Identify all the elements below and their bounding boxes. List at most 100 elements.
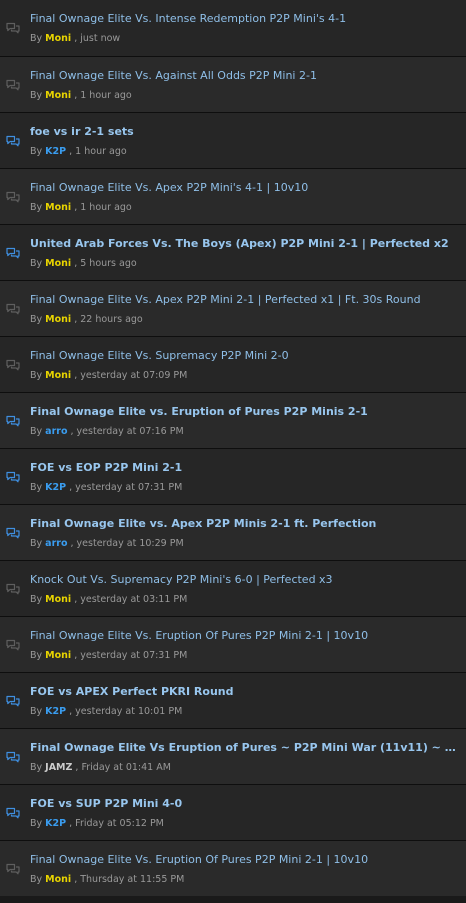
thread-timestamp: 22 hours ago	[80, 314, 143, 325]
thread-author-link[interactable]: Moni	[45, 594, 71, 605]
thread-meta: By K2P , 1 hour ago	[30, 146, 127, 157]
thread-timestamp: 1 hour ago	[80, 90, 132, 101]
thread-row: Final Ownage Elite Vs. Eruption Of Pures…	[0, 616, 466, 672]
thread-row: Final Ownage Elite Vs. Against All Odds …	[0, 56, 466, 112]
thread-row: Final Ownage Elite Vs. Apex P2P Mini 2-1…	[0, 280, 466, 336]
thread-author-link[interactable]: K2P	[45, 146, 66, 157]
thread-timestamp: Friday at 05:12 PM	[75, 818, 164, 829]
thread-title-link[interactable]: Final Ownage Elite Vs. Intense Redemptio…	[30, 12, 460, 26]
thread-title-link[interactable]: Final Ownage Elite vs. Apex P2P Minis 2-…	[30, 517, 460, 531]
thread-title-link[interactable]: FOE vs SUP P2P Mini 4-0	[30, 797, 460, 811]
thread-row: FOE vs SUP P2P Mini 4-0 By K2P , Friday …	[0, 784, 466, 840]
thread-meta: By K2P , Friday at 05:12 PM	[30, 818, 164, 829]
by-label: By	[30, 482, 43, 493]
thread-meta: By arro , yesterday at 10:29 PM	[30, 538, 184, 549]
by-label: By	[30, 818, 43, 829]
thread-author-link[interactable]: Moni	[45, 90, 71, 101]
thread-author-link[interactable]: arro	[45, 538, 67, 549]
chat-bubbles-icon	[6, 639, 20, 651]
chat-bubbles-icon	[6, 359, 20, 371]
thread-row: Final Ownage Elite Vs Eruption of Pures …	[0, 728, 466, 784]
chat-bubbles-icon	[6, 695, 20, 707]
thread-title-link[interactable]: United Arab Forces Vs. The Boys (Apex) P…	[30, 237, 460, 251]
thread-title-link[interactable]: Final Ownage Elite Vs. Supremacy P2P Min…	[30, 349, 460, 363]
thread-author-link[interactable]: Moni	[45, 258, 71, 269]
chat-bubbles-icon	[6, 303, 20, 315]
thread-timestamp: 1 hour ago	[80, 202, 132, 213]
thread-row: FOE vs EOP P2P Mini 2-1 By K2P , yesterd…	[0, 448, 466, 504]
chat-bubbles-icon	[6, 751, 20, 763]
thread-meta: By arro , yesterday at 07:16 PM	[30, 426, 184, 437]
thread-meta: By Moni , just now	[30, 33, 121, 44]
thread-row: Final Ownage Elite Vs. Eruption Of Pures…	[0, 840, 466, 896]
thread-author-link[interactable]: Moni	[45, 33, 71, 44]
thread-author-link[interactable]: Moni	[45, 370, 71, 381]
thread-author-link[interactable]: K2P	[45, 482, 66, 493]
thread-author-link[interactable]: Moni	[45, 202, 71, 213]
thread-list: Final Ownage Elite Vs. Intense Redemptio…	[0, 0, 466, 896]
by-label: By	[30, 258, 43, 269]
thread-timestamp: Friday at 01:41 AM	[81, 762, 171, 773]
thread-row: Final Ownage Elite vs. Eruption of Pures…	[0, 392, 466, 448]
thread-meta: By JAMZ , Friday at 01:41 AM	[30, 762, 171, 773]
thread-author-link[interactable]: Moni	[45, 874, 71, 885]
thread-row: Final Ownage Elite Vs. Intense Redemptio…	[0, 0, 466, 56]
by-label: By	[30, 874, 43, 885]
thread-timestamp: yesterday at 07:16 PM	[76, 426, 184, 437]
chat-bubbles-icon	[6, 79, 20, 91]
thread-title-link[interactable]: FOE vs EOP P2P Mini 2-1	[30, 461, 460, 475]
thread-meta: By K2P , yesterday at 10:01 PM	[30, 706, 183, 717]
thread-timestamp: 1 hour ago	[75, 146, 127, 157]
thread-title-link[interactable]: Final Ownage Elite Vs. Apex P2P Mini 2-1…	[30, 293, 460, 307]
thread-timestamp: yesterday at 10:29 PM	[76, 538, 184, 549]
by-label: By	[30, 762, 43, 773]
by-label: By	[30, 146, 43, 157]
thread-title-link[interactable]: FOE vs APEX Perfect PKRI Round	[30, 685, 460, 699]
chat-bubbles-icon	[6, 583, 20, 595]
chat-bubbles-icon	[6, 247, 20, 259]
chat-bubbles-icon	[6, 135, 20, 147]
chat-bubbles-icon	[6, 191, 20, 203]
thread-timestamp: Thursday at 11:55 PM	[80, 874, 185, 885]
thread-author-link[interactable]: K2P	[45, 706, 66, 717]
thread-meta: By Moni , yesterday at 07:09 PM	[30, 370, 188, 381]
thread-meta: By K2P , yesterday at 07:31 PM	[30, 482, 183, 493]
thread-author-link[interactable]: K2P	[45, 818, 66, 829]
thread-row: Final Ownage Elite Vs. Apex P2P Mini's 4…	[0, 168, 466, 224]
thread-title-link[interactable]: foe vs ir 2-1 sets	[30, 125, 460, 139]
thread-author-link[interactable]: JAMZ	[45, 762, 72, 773]
by-label: By	[30, 370, 43, 381]
thread-title-link[interactable]: Final Ownage Elite Vs Eruption of Pures …	[30, 741, 460, 755]
by-label: By	[30, 202, 43, 213]
thread-timestamp: just now	[80, 33, 121, 44]
thread-author-link[interactable]: Moni	[45, 650, 71, 661]
thread-meta: By Moni , Thursday at 11:55 PM	[30, 874, 185, 885]
thread-meta: By Moni , 5 hours ago	[30, 258, 137, 269]
thread-meta: By Moni , 22 hours ago	[30, 314, 143, 325]
thread-author-link[interactable]: arro	[45, 426, 67, 437]
thread-timestamp: yesterday at 07:31 PM	[75, 482, 183, 493]
thread-title-link[interactable]: Final Ownage Elite vs. Eruption of Pures…	[30, 405, 460, 419]
thread-row: United Arab Forces Vs. The Boys (Apex) P…	[0, 224, 466, 280]
chat-bubbles-icon	[6, 471, 20, 483]
thread-title-link[interactable]: Final Ownage Elite Vs. Eruption Of Pures…	[30, 629, 460, 643]
by-label: By	[30, 314, 43, 325]
thread-row: foe vs ir 2-1 sets By K2P , 1 hour ago	[0, 112, 466, 168]
thread-title-link[interactable]: Final Ownage Elite Vs. Against All Odds …	[30, 69, 460, 83]
thread-author-link[interactable]: Moni	[45, 314, 71, 325]
thread-row: Final Ownage Elite Vs. Supremacy P2P Min…	[0, 336, 466, 392]
thread-title-link[interactable]: Final Ownage Elite Vs. Apex P2P Mini's 4…	[30, 181, 460, 195]
thread-row: FOE vs APEX Perfect PKRI Round By K2P , …	[0, 672, 466, 728]
chat-bubbles-icon	[6, 22, 20, 34]
chat-bubbles-icon	[6, 415, 20, 427]
thread-timestamp: yesterday at 07:09 PM	[80, 370, 188, 381]
chat-bubbles-icon	[6, 863, 20, 875]
thread-row: Knock Out Vs. Supremacy P2P Mini's 6-0 |…	[0, 560, 466, 616]
by-label: By	[30, 594, 43, 605]
thread-row: Final Ownage Elite vs. Apex P2P Minis 2-…	[0, 504, 466, 560]
chat-bubbles-icon	[6, 527, 20, 539]
thread-title-link[interactable]: Final Ownage Elite Vs. Eruption Of Pures…	[30, 853, 460, 867]
thread-timestamp: 5 hours ago	[80, 258, 137, 269]
chat-bubbles-icon	[6, 807, 20, 819]
thread-title-link[interactable]: Knock Out Vs. Supremacy P2P Mini's 6-0 |…	[30, 573, 460, 587]
